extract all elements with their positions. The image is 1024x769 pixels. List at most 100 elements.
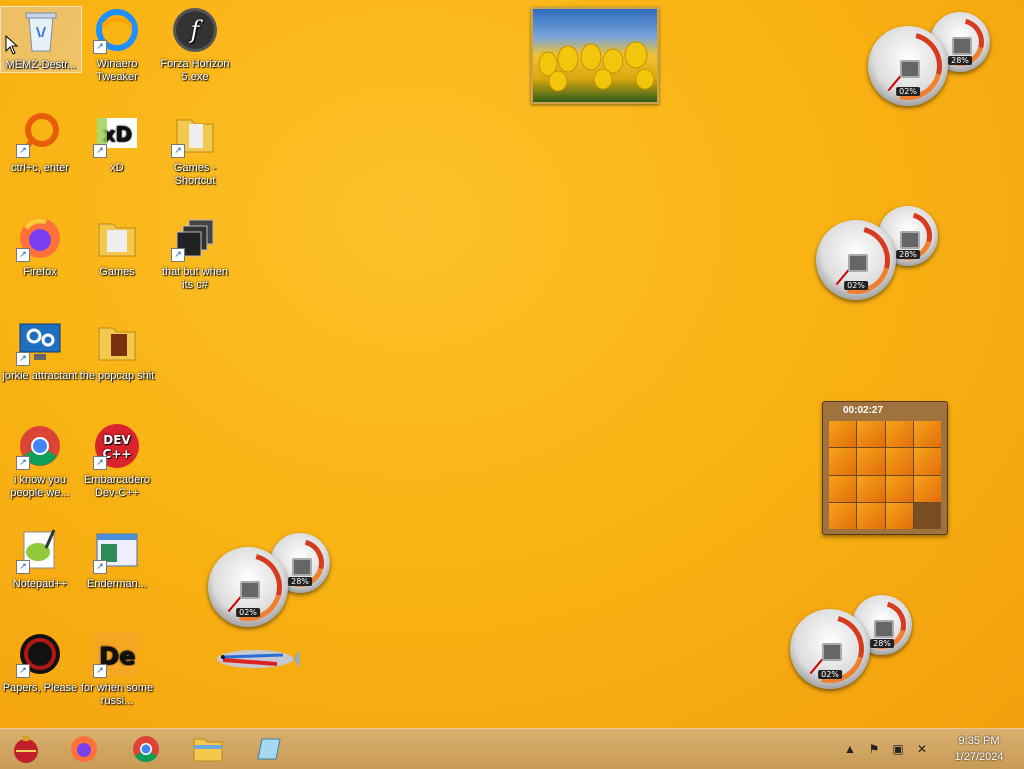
app-window-icon: ↗ — [93, 526, 141, 574]
puzzle-tile[interactable] — [913, 448, 941, 475]
desktop-icon-enderman[interactable]: ↗ Enderman... — [77, 526, 157, 591]
start-button[interactable] — [6, 733, 46, 765]
memory-usage-value: 28% — [870, 638, 894, 648]
desktop-icon-winaero[interactable]: ↗ Winaero Tweaker — [77, 6, 157, 84]
shortcut-arrow-icon: ↗ — [171, 144, 185, 158]
de-icon: De ↗ — [93, 630, 141, 678]
desktop-icon-russi[interactable]: De ↗ for when some russi... — [77, 630, 157, 708]
ring-icon: ↗ — [16, 110, 64, 158]
desktop-icon-chrome[interactable]: ↗ i know you people we... — [0, 422, 80, 500]
svg-text:DEV: DEV — [103, 433, 131, 447]
puzzle-grid[interactable] — [829, 421, 941, 529]
fish-icon — [217, 650, 300, 668]
desktop-icon-label: Embarcadero Dev-C++ — [83, 474, 151, 499]
desktop-icon-xd[interactable]: xD ↗ xD — [77, 110, 157, 175]
puzzle-tile[interactable] — [885, 421, 913, 448]
shortcut-arrow-icon: ↗ — [93, 456, 107, 470]
action-center-flag-icon[interactable]: ⚑ — [866, 741, 882, 757]
desktop-icon-label: xD — [110, 162, 124, 174]
system-meter-gadget[interactable]: 28% 02% — [201, 530, 333, 634]
cpu-gauge: 02% — [783, 602, 877, 696]
system-meter-gadget[interactable]: 28% 02% — [861, 9, 993, 113]
cpu-usage-value: 02% — [896, 87, 920, 97]
desktop-icon-games-shortcut[interactable]: ↗ Games - Shortcut — [155, 110, 235, 188]
taskbar-notepad-button[interactable] — [250, 733, 290, 765]
taskbar-firefox-button[interactable] — [64, 733, 104, 765]
volume-muted-icon[interactable]: ✕ — [914, 741, 930, 757]
cpu-chip-icon — [240, 580, 260, 599]
puzzle-tile[interactable] — [885, 448, 913, 475]
cpu-gauge: 02% — [809, 213, 903, 307]
desktop-icon-notepadpp[interactable]: ↗ Notepad++ — [0, 526, 80, 591]
puzzle-tile[interactable] — [829, 502, 857, 529]
puzzle-tile[interactable] — [829, 421, 857, 448]
flash-icon: f — [171, 6, 219, 54]
tulip-photo — [538, 41, 655, 92]
desktop-icon-jorkie[interactable]: ↗ jorkie attractant — [0, 318, 80, 383]
notepad-icon — [257, 738, 281, 760]
desktop-icon-label: MEMZ-Destr... — [5, 59, 77, 71]
desktop-icon-label: Games — [99, 266, 135, 278]
desktop-icon-label: the popcap shit — [79, 370, 155, 382]
puzzle-tile[interactable] — [885, 475, 913, 502]
shortcut-arrow-icon: ↗ — [16, 456, 30, 470]
memory-usage-value: 28% — [948, 55, 972, 65]
desktop-icon-label: Enderman... — [87, 578, 147, 590]
chrome-icon: ↗ — [16, 422, 64, 470]
cpu-chip-icon — [900, 59, 920, 78]
memory-chip-icon — [874, 620, 894, 639]
system-meter-gadget[interactable]: 28% 02% — [783, 592, 915, 696]
desktop-icon-label: Winaero Tweaker — [96, 58, 138, 83]
system-tray: ▲ ⚑ ▣ ✕ 9:35 PM 1/27/2024 — [838, 729, 1024, 769]
puzzle-tile[interactable] — [857, 502, 885, 529]
puzzle-tile[interactable] — [885, 502, 913, 529]
clock-time: 9:35 PM — [958, 735, 1000, 747]
desktop[interactable]: MEMZ-Destr... ↗ ctrl+c, enter ↗ Firefox … — [0, 0, 1024, 728]
memory-chip-icon — [952, 37, 972, 56]
memory-usage-value: 28% — [288, 576, 312, 586]
desktop-icon-popcap[interactable]: the popcap shit — [77, 318, 157, 383]
desktop-icon-forza[interactable]: f Forza Horizon 5.exe — [155, 6, 235, 84]
desktop-icon-label: Notepad++ — [12, 578, 68, 590]
devcpp-icon: DEV C++ ↗ — [93, 422, 141, 470]
desktop-icon-devcpp[interactable]: DEV C++ ↗ Embarcadero Dev-C++ — [77, 422, 157, 500]
desktop-icon-label: Firefox — [23, 266, 57, 278]
cpu-usage-value: 02% — [844, 281, 868, 291]
firefox-icon — [71, 736, 97, 762]
cpu-usage-value: 02% — [818, 670, 842, 680]
puzzle-tile[interactable] — [829, 448, 857, 475]
desktop-icon-ctrl-c-enter[interactable]: ↗ ctrl+c, enter — [0, 110, 80, 175]
show-hidden-icons-chevron-icon[interactable]: ▲ — [842, 741, 858, 757]
puzzle-tile[interactable] — [829, 475, 857, 502]
desktop-icon-label: Papers, Please — [2, 682, 78, 694]
desktop-icon-firefox[interactable]: ↗ Firefox — [0, 214, 80, 279]
picture-puzzle-gadget[interactable]: 00:02:27 — [822, 401, 948, 535]
puzzle-tile[interactable] — [857, 448, 885, 475]
taskbar-chrome-button[interactable] — [126, 733, 166, 765]
firefox-icon: ↗ — [16, 214, 64, 262]
desktop-icon-games[interactable]: Games — [77, 214, 157, 279]
slideshow-gadget[interactable] — [531, 7, 659, 104]
desktop-icon-csharp[interactable]: ↗ that but when its c# — [155, 214, 235, 292]
shortcut-arrow-icon: ↗ — [16, 248, 30, 262]
shortcut-arrow-icon: ↗ — [16, 144, 30, 158]
taskbar-file-explorer-button[interactable] — [188, 733, 228, 765]
system-meter-gadget[interactable]: 28% 02% — [809, 203, 941, 307]
settings-monitor-icon: ↗ — [16, 318, 64, 366]
clock[interactable]: 9:35 PM 1/27/2024 — [934, 733, 1024, 765]
puzzle-tile[interactable] — [857, 475, 885, 502]
puzzle-tile[interactable] — [857, 421, 885, 448]
desktop-icon-papers-please[interactable]: ↗ Papers, Please — [0, 630, 80, 695]
folder-icon — [93, 214, 141, 262]
stacked-windows-icon: ↗ — [171, 214, 219, 262]
aquarium-fish-gadget[interactable] — [205, 642, 300, 676]
puzzle-tile[interactable] — [913, 421, 941, 448]
memory-usage-value: 28% — [896, 249, 920, 259]
network-icon[interactable]: ▣ — [890, 741, 906, 757]
recycle-bin-icon — [17, 7, 65, 55]
memory-chip-icon — [900, 231, 920, 250]
notepadpp-icon: ↗ — [16, 526, 64, 574]
shortcut-arrow-icon: ↗ — [93, 40, 107, 54]
puzzle-tile[interactable] — [913, 475, 941, 502]
cpu-chip-icon — [822, 642, 842, 661]
